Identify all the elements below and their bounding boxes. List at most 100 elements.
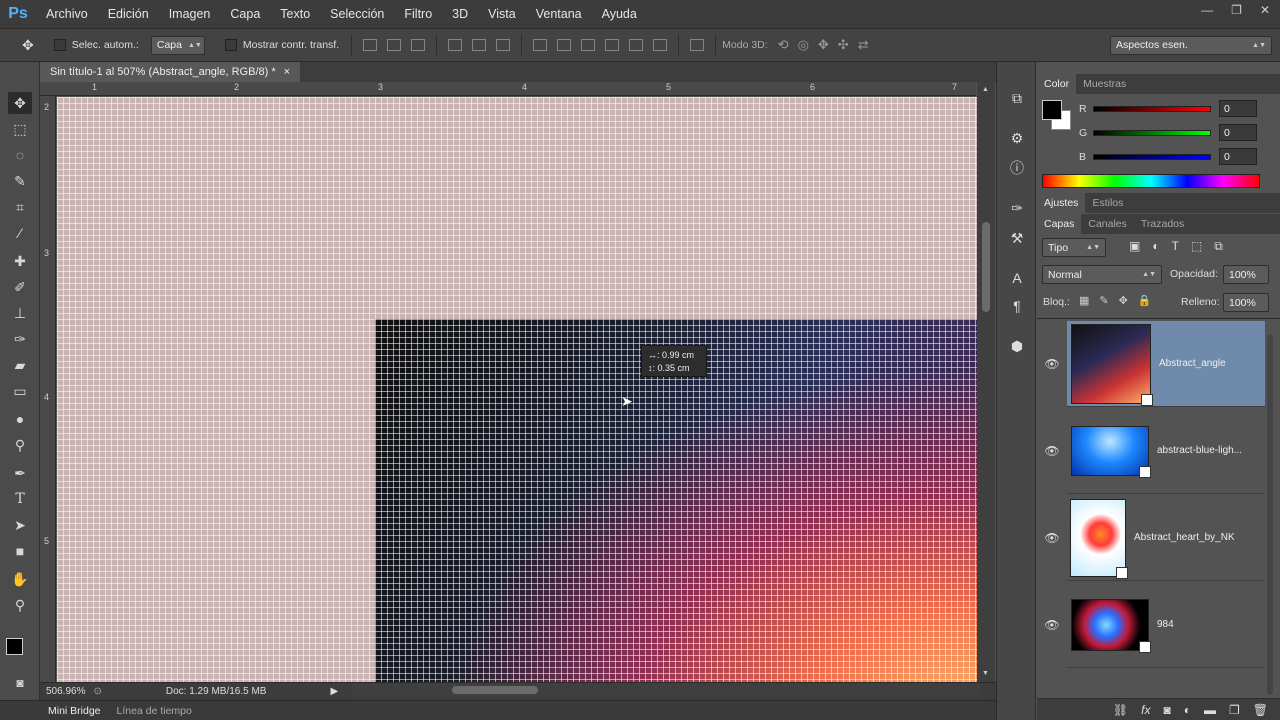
menu-capa[interactable]: Capa xyxy=(220,7,270,21)
eraser-tool-icon[interactable]: ▰ xyxy=(8,354,32,376)
blur-tool-icon[interactable]: ● xyxy=(8,408,32,430)
distribute-right-icon[interactable] xyxy=(653,39,668,51)
3d-icon[interactable]: ⬢ xyxy=(1007,336,1027,356)
lock-options-icons[interactable]: ▦✎✥🔒 xyxy=(1079,294,1162,307)
move-tool-icon[interactable]: ✥ xyxy=(22,37,34,54)
layer-name[interactable]: Abstract_angle xyxy=(1159,358,1226,369)
opacity-input[interactable]: 100% xyxy=(1223,265,1269,284)
history-icon[interactable]: ⧉ xyxy=(1007,88,1027,108)
type-tool-icon[interactable]: T xyxy=(8,488,32,510)
zoom-tool-icon[interactable]: ⚲ xyxy=(8,594,32,616)
stamp-tool-icon[interactable]: ⊥ xyxy=(8,302,32,324)
zoom-level[interactable]: 506.96% xyxy=(46,686,85,697)
menu-filtro[interactable]: Filtro xyxy=(394,7,442,21)
align-bottom-icon[interactable] xyxy=(411,39,426,51)
distribute-bottom-icon[interactable] xyxy=(581,39,596,51)
tab-layers[interactable]: Capas xyxy=(1037,214,1082,234)
layer-name[interactable]: abstract-blue-ligh... xyxy=(1157,445,1242,456)
tab-styles[interactable]: Estilos xyxy=(1085,193,1130,213)
tab-mini-bridge[interactable]: Mini Bridge xyxy=(40,705,109,717)
menu-edicion[interactable]: Edición xyxy=(98,7,159,21)
scrollbar-thumb[interactable] xyxy=(452,686,538,694)
align-right-icon[interactable] xyxy=(496,39,511,51)
pen-tool-icon[interactable]: ✒ xyxy=(8,462,32,484)
delete-layer-icon[interactable]: 🗑 xyxy=(1253,703,1268,717)
menu-archivo[interactable]: Archivo xyxy=(36,7,98,21)
tab-paths[interactable]: Trazados xyxy=(1134,214,1191,234)
distribute-left-icon[interactable] xyxy=(605,39,620,51)
align-top-icon[interactable] xyxy=(363,39,378,51)
align-left-icon[interactable] xyxy=(448,39,463,51)
status-menu-arrow-icon[interactable]: ▶ xyxy=(330,686,338,697)
eyedropper-tool-icon[interactable]: ⁄ xyxy=(8,222,32,244)
dodge-tool-icon[interactable]: ⚲ xyxy=(8,434,32,456)
link-layers-icon[interactable]: ⛓ xyxy=(1113,703,1128,717)
vertical-scrollbar[interactable]: ▲ ▼ xyxy=(977,82,995,682)
layer-row[interactable]: 👁 Abstract_heart_by_NKeo xyxy=(1044,495,1265,581)
distribute-top-icon[interactable] xyxy=(533,39,548,51)
quick-select-tool-icon[interactable]: ✎ xyxy=(8,170,32,192)
distribute-vcenter-icon[interactable] xyxy=(557,39,572,51)
horizontal-scrollbar[interactable] xyxy=(352,683,980,697)
menu-imagen[interactable]: Imagen xyxy=(159,7,221,21)
hand-tool-icon[interactable]: ✋ xyxy=(8,568,32,590)
minimize-button[interactable]: — xyxy=(1201,3,1213,17)
workspace-dropdown[interactable]: Aspectos esen. ▲▼ xyxy=(1110,35,1272,55)
move-tool-icon[interactable]: ✥ xyxy=(8,92,32,114)
scroll-up-icon[interactable]: ▲ xyxy=(982,86,989,93)
paragraph-icon[interactable]: ¶ xyxy=(1007,296,1027,316)
foreground-color-swatch[interactable] xyxy=(6,638,23,655)
character-icon[interactable]: A xyxy=(1007,268,1027,288)
close-button[interactable]: ✕ xyxy=(1260,3,1270,17)
scrollbar-thumb[interactable] xyxy=(982,222,990,312)
new-group-icon[interactable]: ▬ xyxy=(1204,703,1216,717)
gradient-tool-icon[interactable]: ▭ xyxy=(8,380,32,402)
layer-row[interactable]: 👁 Abstract_angle xyxy=(1044,321,1265,407)
path-select-tool-icon[interactable]: ➤ xyxy=(8,514,32,536)
show-transform-checkbox[interactable] xyxy=(224,39,237,51)
layer-row[interactable]: 👁 984 xyxy=(1044,582,1265,668)
eye-icon[interactable]: 👁 xyxy=(1042,531,1062,545)
history-brush-tool-icon[interactable]: ✑ xyxy=(8,328,32,350)
menu-vista[interactable]: Vista xyxy=(478,7,526,21)
auto-align-icon[interactable] xyxy=(690,39,705,51)
export-icon[interactable]: ⊙ xyxy=(93,686,101,697)
color-spectrum-bar[interactable] xyxy=(1042,174,1260,188)
close-icon[interactable]: × xyxy=(284,66,290,78)
3d-tools-icons[interactable]: ⟲◎✥✣⇄ xyxy=(778,37,878,53)
tab-timeline[interactable]: Línea de tiempo xyxy=(109,705,200,717)
layer-row[interactable]: 👁 abstract-blue-ligh... xyxy=(1044,408,1265,494)
crop-tool-icon[interactable]: ⌗ xyxy=(8,196,32,218)
auto-select-dropdown[interactable]: Capa ▲▼ xyxy=(150,35,205,55)
auto-select-checkbox[interactable] xyxy=(53,39,66,51)
scroll-down-icon[interactable]: ▼ xyxy=(982,670,989,677)
info-icon[interactable]: ⓘ xyxy=(1007,158,1027,178)
layer-kind-filter-icons[interactable]: ▣◐T⬚⧉ xyxy=(1129,239,1235,254)
align-vcenter-icon[interactable] xyxy=(387,39,402,51)
new-layer-icon[interactable]: ❐ xyxy=(1229,703,1240,717)
marquee-tool-icon[interactable]: ⬚ xyxy=(8,118,32,140)
layers-scrollbar[interactable] xyxy=(1267,335,1273,695)
red-slider[interactable] xyxy=(1093,105,1211,112)
menu-3d[interactable]: 3D xyxy=(442,7,478,21)
distribute-hcenter-icon[interactable] xyxy=(629,39,644,51)
healing-brush-tool-icon[interactable]: ✚ xyxy=(8,250,32,272)
fill-input[interactable]: 100% xyxy=(1223,293,1269,312)
document-tab[interactable]: Sin título-1 al 507% (Abstract_angle, RG… xyxy=(40,62,301,82)
color-foreground-swatch[interactable] xyxy=(1042,100,1062,120)
tool-presets-icon[interactable]: ⚒ xyxy=(1007,228,1027,248)
brush-tool-icon[interactable]: ✐ xyxy=(8,276,32,298)
menu-texto[interactable]: Texto xyxy=(270,7,320,21)
layer-name[interactable]: 984 xyxy=(1157,619,1174,630)
adjustment-layer-icon[interactable]: ◐ xyxy=(1184,703,1191,717)
align-hcenter-icon[interactable] xyxy=(472,39,487,51)
tab-adjustments[interactable]: Ajustes xyxy=(1037,193,1086,213)
quick-mask-icon[interactable]: ◙ xyxy=(8,672,32,694)
layer-row[interactable] xyxy=(1067,669,1265,698)
eye-icon[interactable]: 👁 xyxy=(1042,357,1062,371)
menu-ventana[interactable]: Ventana xyxy=(526,7,592,21)
lasso-tool-icon[interactable]: ◌ xyxy=(8,144,32,166)
tab-swatches[interactable]: Muestras xyxy=(1076,74,1133,94)
red-value[interactable]: 0 xyxy=(1219,100,1257,117)
tab-color[interactable]: Color xyxy=(1037,74,1077,94)
